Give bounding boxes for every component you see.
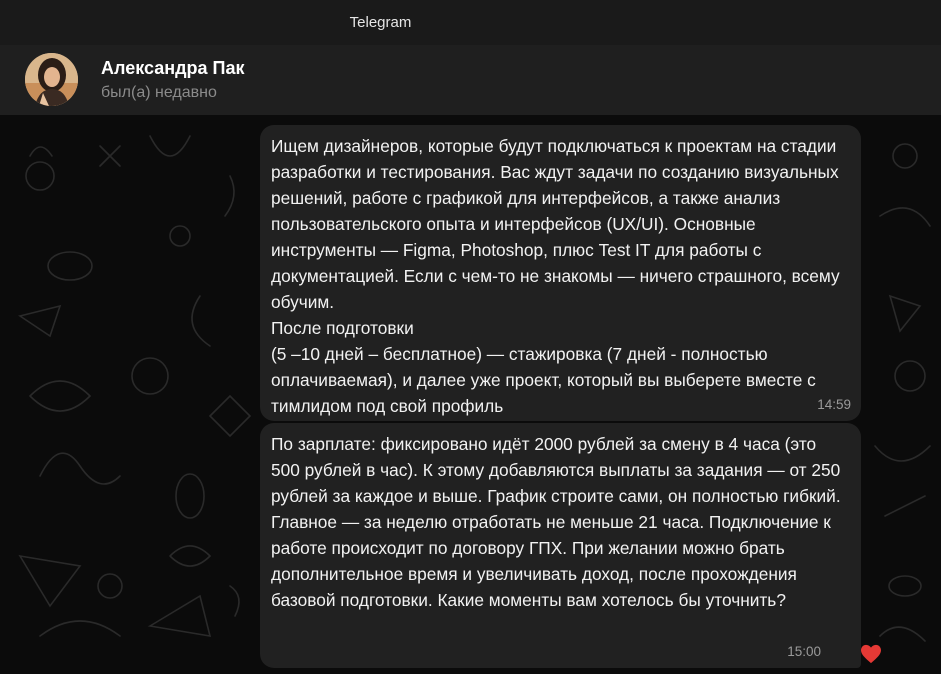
avatar[interactable] [25,53,78,106]
heart-icon [861,644,881,664]
message-bubble[interactable]: По зарплате: фиксировано идёт 2000 рубле… [260,423,861,668]
contact-status: был(а) недавно [101,84,217,101]
profile-photo-icon [25,53,78,106]
heart-reaction-icon[interactable] [856,639,886,669]
chat-area[interactable]: Ищем дизайнеров, которые будут подключат… [0,116,941,674]
message-bubble[interactable]: Ищем дизайнеров, которые будут подключат… [260,125,861,421]
message-text: Ищем дизайнеров, которые будут подключат… [271,136,840,416]
window-title: Telegram [349,14,412,31]
contact-name[interactable]: Александра Пак [101,58,244,79]
window-titlebar: Telegram [0,0,941,45]
message-time: 15:00 [787,644,821,659]
chat-header[interactable]: Александра Пак был(а) недавно [0,45,941,116]
message-time: 14:59 [817,397,851,412]
message-text: По зарплате: фиксировано идёт 2000 рубле… [271,434,841,610]
